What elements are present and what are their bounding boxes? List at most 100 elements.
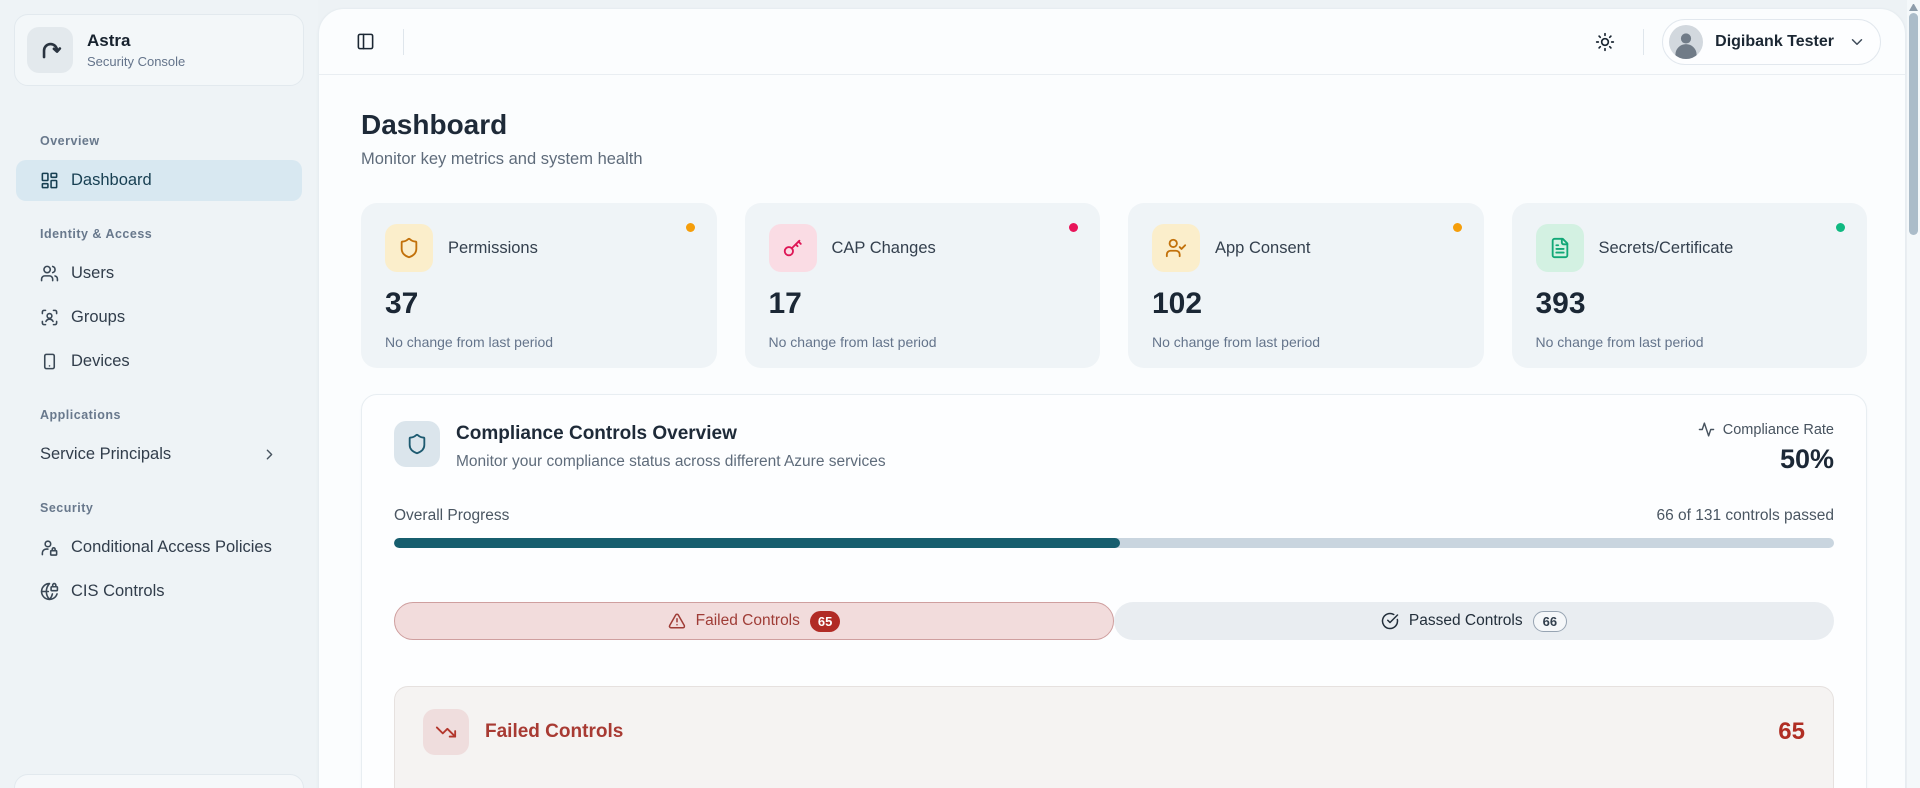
sidebar-item-dashboard[interactable]: Dashboard [16, 160, 302, 201]
status-dot [1452, 223, 1462, 232]
metric-card-secrets-certificate: Secrets/Certificate 393 No change from l… [1511, 203, 1867, 368]
group-frame-icon [40, 308, 59, 327]
users-icon [40, 264, 59, 283]
metric-value: 102 [1152, 287, 1203, 320]
failed-section-title: Failed Controls [485, 721, 624, 742]
sidebar-item-cis-controls[interactable]: CIS Controls [16, 571, 302, 612]
compliance-rate-value: 50% [1779, 444, 1834, 474]
metric-note: No change from last period [1152, 334, 1321, 350]
metric-card-app-consent: App Consent 102 No change from last peri… [1128, 203, 1484, 368]
user-name: Digibank Tester [1715, 32, 1834, 50]
metric-label: Secrets/Certificate [1598, 238, 1734, 257]
sidebar-item-label: CIS Controls [71, 582, 165, 600]
sidebar-item-devices[interactable]: Devices [16, 341, 302, 382]
user-menu[interactable]: Digibank Tester [1662, 18, 1881, 65]
progress-label: Overall Progress [394, 507, 510, 524]
progress-bar-fill [394, 538, 1120, 548]
sidebar-item-users[interactable]: Users [16, 253, 302, 294]
theme-toggle-sun-icon[interactable] [1585, 22, 1625, 62]
chevron-down-icon [1848, 33, 1866, 51]
metric-note: No change from last period [768, 334, 937, 350]
nav-section-label: Overview [40, 134, 100, 148]
sidebar-item-groups[interactable]: Groups [16, 297, 302, 338]
tab-label: Failed Controls [695, 612, 800, 629]
topbar-separator [403, 28, 404, 55]
compliance-rate-label: Compliance Rate [1722, 421, 1834, 438]
globe-lock-icon [40, 582, 59, 601]
warning-triangle-icon [668, 612, 686, 630]
activity-icon [1698, 421, 1715, 438]
metric-value: 393 [1535, 287, 1586, 320]
file-text-icon [1535, 224, 1584, 272]
nav-section-security: Security Conditional Access Policies CIS… [16, 501, 302, 612]
user-lock-icon [40, 538, 59, 557]
compliance-rate: Compliance Rate 50% [1698, 421, 1834, 475]
metric-value: 17 [768, 287, 802, 320]
compliance-overview-card: Compliance Controls Overview Monitor you… [361, 394, 1867, 788]
sidebar-item-label: Devices [71, 352, 130, 370]
nav-section-label: Identity & Access [40, 227, 153, 241]
metric-card-permissions: Permissions 37 No change from last perio… [361, 203, 717, 368]
metric-value: 37 [385, 287, 419, 320]
sidebar-item-label: Service Principals [40, 445, 172, 463]
sidebar-item-label: Dashboard [71, 171, 152, 189]
trending-down-icon [423, 709, 469, 755]
scrollbar-thumb[interactable] [1909, 13, 1918, 235]
nav-section-label: Security [40, 501, 94, 515]
sidebar-toggle-button[interactable] [345, 22, 385, 62]
sidebar-bottom-card [14, 774, 304, 788]
page-subtitle: Monitor key metrics and system health [361, 150, 643, 168]
circle-check-icon [1381, 612, 1399, 630]
metric-label: Permissions [448, 238, 538, 257]
metric-note: No change from last period [385, 334, 554, 350]
failed-controls-section: Failed Controls 65 [394, 686, 1834, 788]
user-check-icon [1152, 224, 1200, 272]
tab-label: Passed Controls [1408, 612, 1523, 629]
sidebar-item-service-principals[interactable]: Service Principals [16, 434, 302, 475]
status-dot [1069, 223, 1078, 232]
page-title: Dashboard [361, 109, 508, 140]
status-dot [685, 223, 695, 232]
brand-card[interactable]: Astra Security Console [14, 14, 304, 86]
key-icon [768, 224, 817, 272]
failed-count-badge: 65 [809, 610, 841, 632]
progress-caption: 66 of 131 controls passed [1656, 507, 1834, 524]
tablet-icon [40, 352, 59, 371]
metric-cards-row: Permissions 37 No change from last perio… [361, 203, 1867, 368]
brand-subtitle: Security Console [87, 54, 186, 69]
tab-passed-controls[interactable]: Passed Controls 66 [1114, 602, 1834, 640]
avatar [1669, 24, 1704, 59]
sidebar-nav: Overview Dashboard Identity & Access Use… [0, 100, 318, 612]
failed-section-count: 65 [1778, 718, 1805, 745]
metric-card-cap-changes: CAP Changes 17 No change from last perio… [744, 203, 1100, 368]
scrollbar-up-arrow[interactable] [1909, 2, 1918, 11]
page-content: Dashboard Monitor key metrics and system… [319, 75, 1905, 788]
nav-section-overview: Overview Dashboard [16, 134, 302, 201]
compliance-subtitle: Monitor your compliance status across di… [456, 453, 886, 470]
compliance-title: Compliance Controls Overview [456, 423, 737, 444]
topbar: Digibank Tester [319, 9, 1905, 75]
shield-icon [385, 224, 433, 272]
status-dot [1836, 223, 1845, 232]
chevron-right-icon [261, 446, 278, 463]
metric-note: No change from last period [1535, 334, 1704, 350]
shield-icon [394, 421, 440, 467]
metric-label: CAP Changes [831, 238, 936, 257]
nav-section-identity: Identity & Access Users Groups Devices [16, 227, 302, 382]
controls-tabs: Failed Controls 65 Passed Controls 66 [394, 602, 1834, 640]
passed-count-badge: 66 [1532, 610, 1568, 632]
vertical-scrollbar[interactable] [1907, 0, 1920, 788]
topbar-separator [1643, 28, 1645, 55]
sidebar: Astra Security Console Overview Dashboar… [0, 0, 318, 788]
dashboard-grid-icon [40, 171, 59, 190]
sidebar-item-label: Conditional Access Policies [71, 538, 272, 556]
nav-section-applications: Applications Service Principals [16, 408, 302, 475]
sidebar-item-label: Groups [71, 308, 126, 326]
metric-label: App Consent [1215, 238, 1311, 257]
astra-logo-icon [27, 27, 73, 73]
nav-section-label: Applications [40, 408, 122, 422]
sidebar-item-label: Users [71, 264, 115, 282]
tab-failed-controls[interactable]: Failed Controls 65 [394, 602, 1114, 640]
sidebar-item-conditional-access-policies[interactable]: Conditional Access Policies [16, 527, 302, 568]
brand-name: Astra [87, 31, 131, 50]
